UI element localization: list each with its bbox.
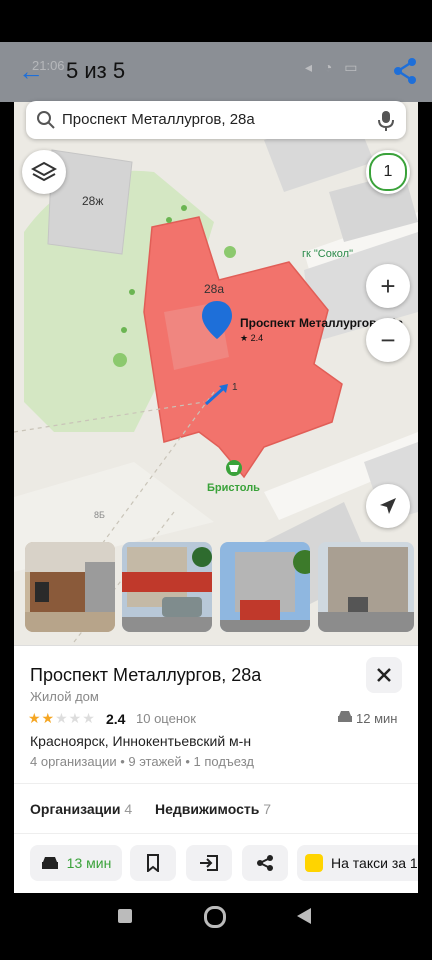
enter-button[interactable] (186, 845, 232, 881)
route-time: 13 мин (66, 855, 112, 871)
search-bar[interactable]: Проспект Металлургов, 28а (26, 101, 406, 139)
search-input[interactable]: Проспект Металлургов, 28а (62, 111, 255, 128)
navigation-arrow-icon (380, 498, 396, 514)
zoom-out-button[interactable]: − (366, 318, 410, 362)
recents-icon[interactable] (118, 909, 132, 923)
share-icon (257, 855, 273, 871)
place-address: Красноярск, Иннокентьевский м-н (30, 733, 252, 749)
drive-time: 12 мин (356, 711, 398, 726)
map-label-8b: 8Б (94, 510, 105, 520)
photo-thumb-1[interactable] (25, 542, 115, 632)
status-icons: ◂ ◔ ▭ (305, 59, 362, 75)
taxi-label: На такси за 1 (331, 855, 418, 871)
taxi-button[interactable]: На такси за 1 (297, 845, 418, 881)
tab-realty[interactable]: Недвижимость 7 (155, 801, 271, 817)
zoom-in-button[interactable]: + (366, 264, 410, 308)
building-label-28a: 28а (204, 282, 225, 296)
bookmark-icon (147, 854, 159, 872)
map-label-store[interactable]: Бристоль (207, 482, 260, 494)
tab-realty-count: 7 (263, 801, 272, 817)
tab-realty-label: Недвижимость (155, 801, 260, 817)
search-icon (36, 110, 56, 135)
building-label-28zh: 28ж (82, 194, 104, 208)
photo-counter: 5 из 5 (66, 58, 126, 83)
system-nav-bar (0, 893, 432, 960)
counter-badge: 1 (369, 153, 407, 191)
viewer-top-bar: 21:06 ← 5 из 5 ◂ ◔ ▭ (0, 42, 432, 102)
place-details: 4 организации • 9 этажей • 1 подъезд (30, 754, 255, 769)
map-label-sokol: гк "Сокол" (302, 248, 353, 260)
enter-icon (200, 855, 218, 871)
close-button[interactable] (366, 657, 402, 693)
share-icon[interactable] (392, 57, 418, 90)
tab-organizations-count: 4 (124, 801, 133, 817)
counter-badge-button[interactable]: 1 (366, 150, 410, 194)
back-arrow-icon[interactable]: ← (18, 56, 44, 86)
rating-stars: ★★★★★ (28, 710, 96, 726)
mic-icon[interactable] (378, 110, 394, 137)
photo-thumb-2[interactable] (122, 542, 212, 632)
close-icon (377, 668, 391, 682)
my-location-button[interactable] (366, 484, 410, 528)
bookmark-button[interactable] (130, 845, 176, 881)
taxi-icon (305, 854, 323, 872)
share-place-button[interactable] (242, 845, 288, 881)
car-icon (337, 710, 353, 729)
tab-organizations[interactable]: Организации 4 (30, 801, 132, 817)
layers-icon (31, 161, 57, 182)
layers-button[interactable] (22, 150, 66, 194)
photo-thumb-4[interactable] (318, 542, 414, 632)
location-pin-icon[interactable] (200, 299, 234, 346)
tab-organizations-label: Организации (30, 801, 121, 817)
place-type: Жилой дом (30, 689, 99, 704)
car-icon (41, 857, 58, 869)
marker-rating: ★ 2.4 (240, 333, 264, 343)
rating-value: 2.4 (106, 711, 126, 727)
home-icon[interactable] (204, 906, 226, 928)
reviews-count[interactable]: 10 оценок (136, 711, 196, 726)
place-title: Проспект Металлургов, 28а (30, 665, 262, 685)
back-nav-icon[interactable] (296, 907, 312, 930)
photo-thumb-3[interactable] (220, 542, 310, 632)
route-button[interactable]: 13 мин (30, 845, 122, 881)
entrance-number: 1 (232, 382, 238, 393)
